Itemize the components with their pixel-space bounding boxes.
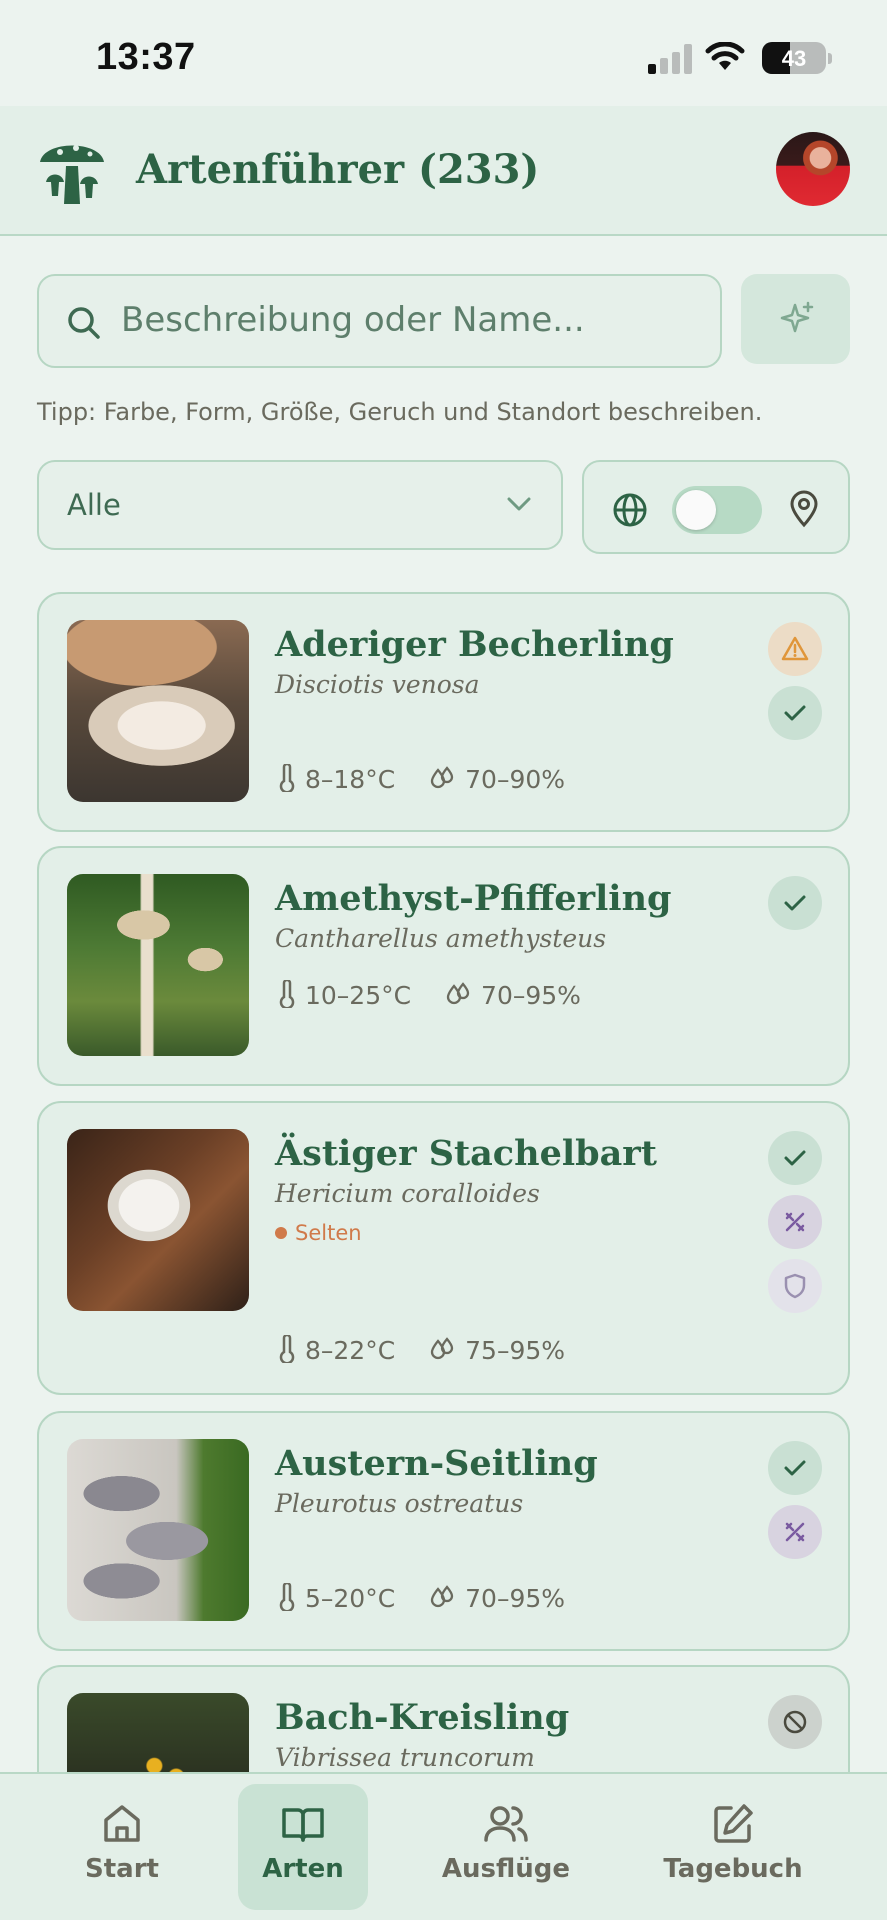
rarity-label: Selten xyxy=(275,1221,362,1245)
species-photo xyxy=(67,874,249,1056)
search-input[interactable]: Beschreibung oder Name... xyxy=(37,274,722,368)
nav-start[interactable]: Start xyxy=(56,1784,188,1910)
temperature-range: 5–20°C xyxy=(305,1584,396,1613)
nav-tagebuch-label: Tagebuch xyxy=(663,1854,803,1884)
search-tip: Tipp: Farbe, Form, Größe, Geruch und Sta… xyxy=(37,398,763,426)
edible-badge xyxy=(768,1441,822,1495)
thermometer-icon xyxy=(279,978,295,1010)
app-header: Artenführer (233) xyxy=(0,106,887,236)
species-name: Aderiger Becherling xyxy=(275,624,674,665)
home-icon xyxy=(104,1805,140,1842)
species-conditions: 10–25°C 70–95% xyxy=(279,978,581,1010)
species-photo xyxy=(67,1439,249,1621)
thermometer-icon xyxy=(279,1333,295,1365)
open-book-icon xyxy=(282,1808,324,1842)
species-name: Ästiger Stachelbart xyxy=(275,1133,657,1174)
species-card[interactable]: Austern-Seitling Pleurotus ostreatus 5–2… xyxy=(37,1411,850,1651)
nav-ausfluege-label: Ausflüge xyxy=(441,1854,571,1884)
dna-icon xyxy=(785,1212,805,1232)
species-card[interactable]: Aderiger Becherling Disciotis venosa 8–1… xyxy=(37,592,850,832)
status-time: 13:37 xyxy=(96,36,196,78)
species-name: Bach-Kreisling xyxy=(275,1697,570,1738)
category-select-value: Alle xyxy=(67,488,121,522)
mushroom-logo-icon xyxy=(40,145,104,204)
globe-icon[interactable] xyxy=(612,492,648,528)
humidity-range: 75–95% xyxy=(465,1336,566,1365)
dna-icon xyxy=(785,1522,805,1542)
species-name: Amethyst-Pfifferling xyxy=(275,878,672,919)
humidity-range: 70–90% xyxy=(465,765,566,794)
wifi-icon xyxy=(705,42,745,70)
edit-note-icon xyxy=(714,1804,753,1843)
inedible-badge xyxy=(768,1695,822,1749)
warning-icon xyxy=(781,636,809,661)
chevron-down-icon xyxy=(507,497,531,511)
location-toggle[interactable] xyxy=(672,486,762,534)
battery-level: 43 xyxy=(781,46,807,71)
temperature-range: 8–22°C xyxy=(305,1336,396,1365)
edible-badge xyxy=(768,686,822,740)
humidity-icon xyxy=(446,982,470,1005)
nav-tagebuch[interactable]: Tagebuch xyxy=(660,1784,806,1910)
check-icon xyxy=(784,705,806,721)
dna-badge xyxy=(768,1195,822,1249)
rarity-text: Selten xyxy=(295,1221,362,1245)
species-conditions: 5–20°C 70–95% xyxy=(279,1581,566,1613)
check-icon xyxy=(784,895,806,911)
edible-badge xyxy=(768,1131,822,1185)
humidity-icon xyxy=(430,1337,454,1360)
category-select[interactable]: Alle xyxy=(37,460,563,550)
temperature-range: 10–25°C xyxy=(305,981,412,1010)
sparkle-icon xyxy=(780,301,814,333)
search-placeholder: Beschreibung oder Name... xyxy=(121,300,585,340)
user-avatar[interactable] xyxy=(776,132,850,206)
users-icon xyxy=(484,1806,528,1842)
species-photo xyxy=(67,620,249,802)
humidity-range: 70–95% xyxy=(481,981,581,1010)
species-latin-name: Cantharellus amethysteus xyxy=(275,924,607,953)
humidity-icon xyxy=(430,1585,454,1608)
protected-badge xyxy=(768,1259,822,1313)
thermometer-icon xyxy=(279,1581,295,1613)
species-name: Austern-Seitling xyxy=(275,1443,598,1484)
species-latin-name: Disciotis venosa xyxy=(275,670,480,699)
species-card[interactable]: Ästiger Stachelbart Hericium coralloides… xyxy=(37,1101,850,1395)
bottom-navigation: Start Arten Ausflüge Tagebuch xyxy=(0,1772,887,1920)
thermometer-icon xyxy=(279,762,295,794)
temperature-range: 8–18°C xyxy=(305,765,396,794)
shield-icon xyxy=(784,1273,806,1299)
species-latin-name: Hericium coralloides xyxy=(275,1179,540,1208)
species-latin-name: Pleurotus ostreatus xyxy=(275,1489,524,1518)
humidity-range: 70–95% xyxy=(465,1584,566,1613)
species-photo xyxy=(67,1129,249,1311)
species-latin-name: Vibrissea truncorum xyxy=(275,1743,535,1772)
status-bar: 13:37 43 xyxy=(0,0,887,106)
search-icon xyxy=(68,307,100,339)
species-conditions: 8–18°C 70–90% xyxy=(279,762,566,794)
check-icon xyxy=(784,1150,806,1166)
page-title: Artenführer (233) xyxy=(136,146,540,193)
edible-badge xyxy=(768,876,822,930)
ban-icon xyxy=(783,1710,807,1734)
check-icon xyxy=(784,1460,806,1476)
location-pin-icon[interactable] xyxy=(788,490,820,528)
nav-ausfluege[interactable]: Ausflüge xyxy=(436,1784,576,1910)
species-conditions: 8–22°C 75–95% xyxy=(279,1333,566,1365)
species-card[interactable]: Amethyst-Pfifferling Cantharellus amethy… xyxy=(37,846,850,1086)
battery-icon: 43 xyxy=(762,42,826,74)
nav-arten[interactable]: Arten xyxy=(238,1784,368,1910)
location-filter xyxy=(582,460,850,554)
dna-badge xyxy=(768,1505,822,1559)
humidity-icon xyxy=(430,766,454,789)
cellular-signal-icon xyxy=(648,44,692,74)
toxic-warning-badge xyxy=(768,622,822,676)
nav-arten-label: Arten xyxy=(262,1854,344,1884)
nav-start-label: Start xyxy=(85,1854,159,1884)
rarity-dot xyxy=(275,1227,287,1239)
ai-search-button[interactable] xyxy=(741,274,850,364)
